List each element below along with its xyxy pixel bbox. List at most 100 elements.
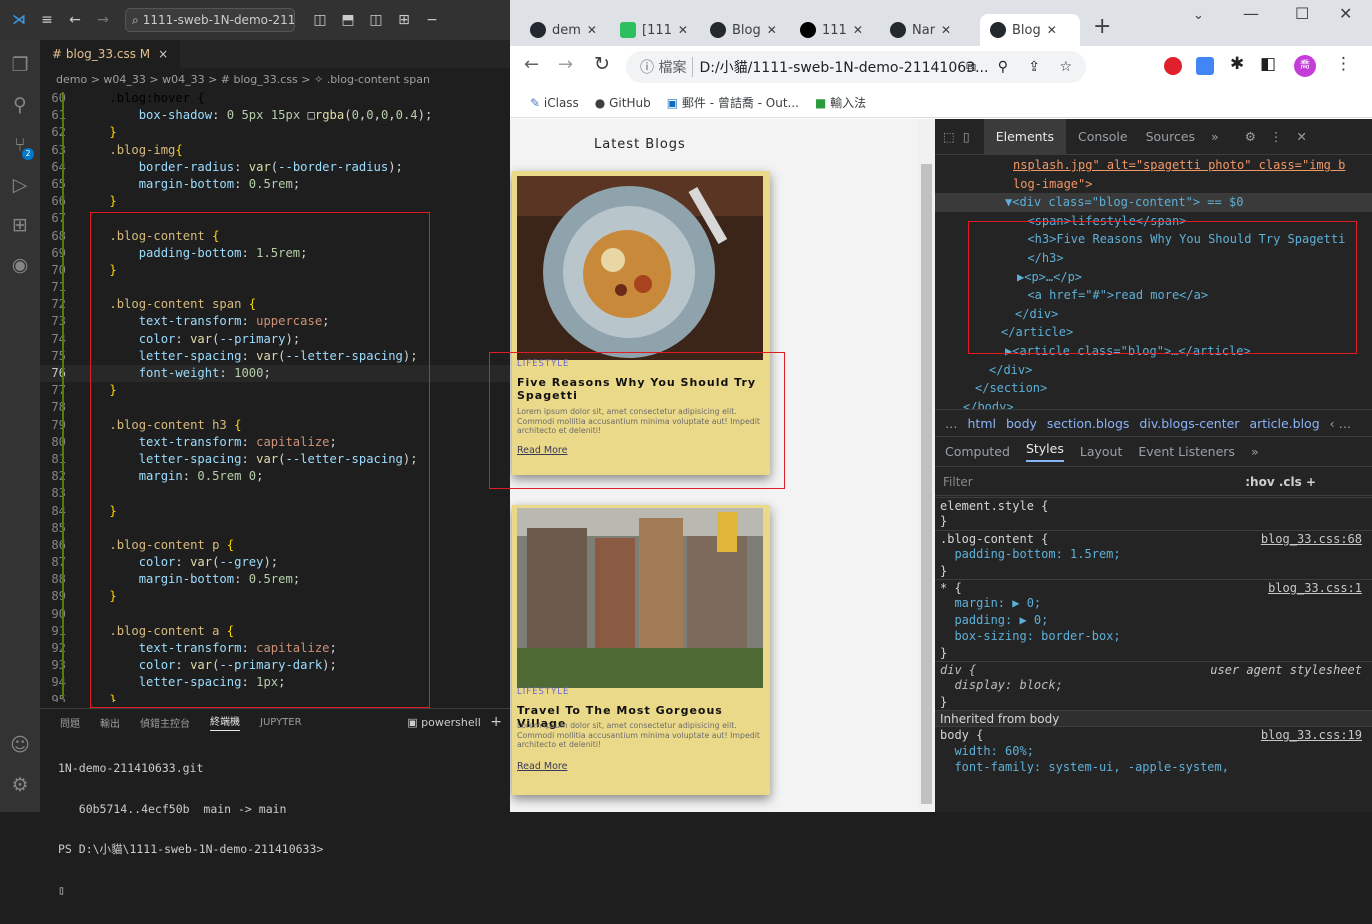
menu-icon[interactable]: ≡ [36,12,58,28]
code-line[interactable]: 65 margin-bottom: 0.5rem; [40,176,510,193]
css-rule-line[interactable]: } [935,645,1372,661]
layout-panel-icon[interactable]: ⬒ [337,12,359,28]
run-debug-icon[interactable]: ▷ [0,168,40,202]
close-icon[interactable]: ✕ [678,23,688,37]
inspect-element-icon[interactable]: ⬚ [943,129,955,144]
window-close-button[interactable]: ✕ [1339,4,1352,23]
dom-line[interactable]: log-image"> [935,175,1372,194]
panel-tab-debug-console[interactable]: 偵錯主控台 [140,715,190,730]
css-rule-line[interactable]: padding: ▶ 0; [935,612,1372,628]
code-line[interactable]: 63 .blog-img{ [40,142,510,159]
panel-tab-jupyter[interactable]: JUPYTER [260,717,302,728]
tab-layout[interactable]: Layout [1080,444,1123,459]
forward-arrow-icon[interactable]: → [92,12,114,28]
devtools-tab-console[interactable]: Console [1078,129,1128,144]
translate-icon[interactable]: ⧉ [966,59,976,75]
browser-tab[interactable]: dem ✕ [520,14,608,46]
extensions-icon[interactable]: ⊞ [0,208,40,242]
code-line[interactable]: 60 .blog:hover { [40,90,510,107]
github-icon[interactable]: ◉ [0,248,40,282]
bookmark-item[interactable]: ■ 輸入法 [815,94,866,111]
css-rule-line[interactable]: } [935,513,1372,529]
css-rule-line[interactable]: font-family: system-ui, -apple-system, [935,759,1372,775]
filter-tools[interactable]: :hov .cls + [1245,475,1316,489]
minimize-icon[interactable]: − [421,12,443,28]
css-rule-line[interactable]: body {blog_33.css:19 [935,726,1372,742]
window-minimize-button[interactable]: — [1243,4,1259,23]
editor-tab-blog-css[interactable]: # blog_33.css M × [40,40,181,68]
dom-line[interactable]: nsplash.jpg" alt="spagetti photo" class=… [935,156,1372,175]
css-rule-line[interactable]: div {user agent stylesheet [935,660,1372,677]
css-rule-source-link[interactable]: blog_33.css:1 [1268,580,1362,596]
devtools-more-icon[interactable]: ⋮ [1270,129,1283,144]
tab-styles[interactable]: Styles [1025,441,1064,462]
close-icon[interactable]: ✕ [767,23,777,37]
bookmark-item[interactable]: ✎ iClass [530,96,579,110]
tab-more[interactable]: » [1251,444,1259,459]
read-more-link[interactable]: Read More [517,761,567,772]
browser-tab-active[interactable]: Blog ✕ [980,14,1080,46]
share-icon[interactable]: ⇪ [1028,59,1040,75]
devtools-tab-elements[interactable]: Elements [983,119,1066,154]
crumb-article[interactable]: article.blog [1249,416,1319,431]
close-icon[interactable]: ✕ [1047,23,1057,37]
css-rule-source-link[interactable]: blog_33.css:68 [1261,531,1362,547]
css-rule-line[interactable]: } [935,694,1372,710]
css-rule-line[interactable]: * {blog_33.css:1 [935,578,1372,596]
source-control-icon[interactable]: ⑂ 2 [0,128,40,162]
more-menu-icon[interactable]: ⋮ [1335,54,1352,74]
zoom-icon[interactable]: ⚲ [998,59,1008,75]
terminal-output[interactable]: 1N-demo-211410633.git 60b5714..4ecf50b m… [40,735,510,924]
filter-input[interactable]: Filter [943,475,973,489]
terminal-shell-selector[interactable]: ▣ powershell + [407,714,502,730]
devtools-settings-gear-icon[interactable]: ⚙ [1245,129,1256,144]
back-arrow-icon[interactable]: ← [524,54,539,75]
back-arrow-icon[interactable]: ← [64,12,86,28]
browser-tab[interactable]: [111 ✕ [610,14,698,46]
bookmark-item[interactable]: ● GitHub [595,96,651,110]
css-rule-line[interactable]: } [935,563,1372,579]
reload-icon[interactable]: ↻ [594,53,610,75]
panel-tab-output[interactable]: 輸出 [100,715,120,730]
opera-extension-icon[interactable] [1164,57,1182,75]
tab-computed[interactable]: Computed [945,444,1010,459]
scrollbar-thumb[interactable] [921,164,932,804]
dom-line[interactable]: </div> [935,361,1372,380]
device-toolbar-icon[interactable]: ▯ [963,129,970,144]
close-icon[interactable]: ✕ [587,23,597,37]
browser-tab[interactable]: 111 ✕ [790,14,878,46]
page-scrollbar[interactable] [918,119,935,812]
devtools-tab-sources[interactable]: Sources [1146,129,1195,144]
new-terminal-icon[interactable]: + [490,714,502,730]
dom-line[interactable]: </body> [935,398,1372,409]
css-rule-line[interactable]: padding-bottom: 1.5rem; [935,546,1372,562]
css-rule-line[interactable]: element.style { [935,497,1372,513]
new-tab-button[interactable]: + [1093,14,1111,39]
devtools-more-tabs[interactable]: » [1211,129,1219,144]
css-rule-line[interactable]: width: 60%; [935,743,1372,759]
close-icon[interactable]: ✕ [853,23,863,37]
bookmark-item[interactable]: ▣ 郵件 - 曾詰喬 - Out... [667,94,799,111]
dom-tree[interactable]: nsplash.jpg" alt="spagetti photo" class=… [935,156,1372,409]
crumb-body[interactable]: body [1006,416,1037,431]
code-line[interactable]: 62 } [40,124,510,141]
css-rules[interactable]: element.style {} .blog-content {blog_33.c… [935,497,1372,812]
layout-sidebar-icon[interactable]: ◫ [309,12,331,28]
css-rule-line[interactable]: box-sizing: border-box; [935,628,1372,644]
forward-arrow-icon[interactable]: → [558,54,573,75]
customize-layout-icon[interactable]: ⊞ [393,12,415,28]
extensions-puzzle-icon[interactable]: ✱ [1230,54,1244,74]
translate-extension-icon[interactable] [1196,57,1214,75]
close-icon[interactable]: ✕ [1296,129,1306,144]
bookmark-star-icon[interactable]: ☆ [1059,59,1072,75]
settings-gear-icon[interactable]: ⚙ [0,768,40,802]
address-bar[interactable]: ⓘ 檔案 D:/小貓/1111-sweb-1N-demo-21141063...… [626,51,1086,83]
profile-avatar[interactable]: 喬 [1294,55,1316,77]
panel-tab-terminal[interactable]: 終端機 [210,713,240,731]
dom-line[interactable]: </section> [935,379,1372,398]
command-center[interactable]: ⌕ 1111-sweb-1N-demo-21141... [125,8,295,32]
css-rule-line[interactable]: Inherited from body [935,710,1372,727]
code-line[interactable]: 66 } [40,193,510,210]
account-icon[interactable]: ☺ [0,728,40,762]
css-rule-line[interactable]: display: block; [935,677,1372,693]
